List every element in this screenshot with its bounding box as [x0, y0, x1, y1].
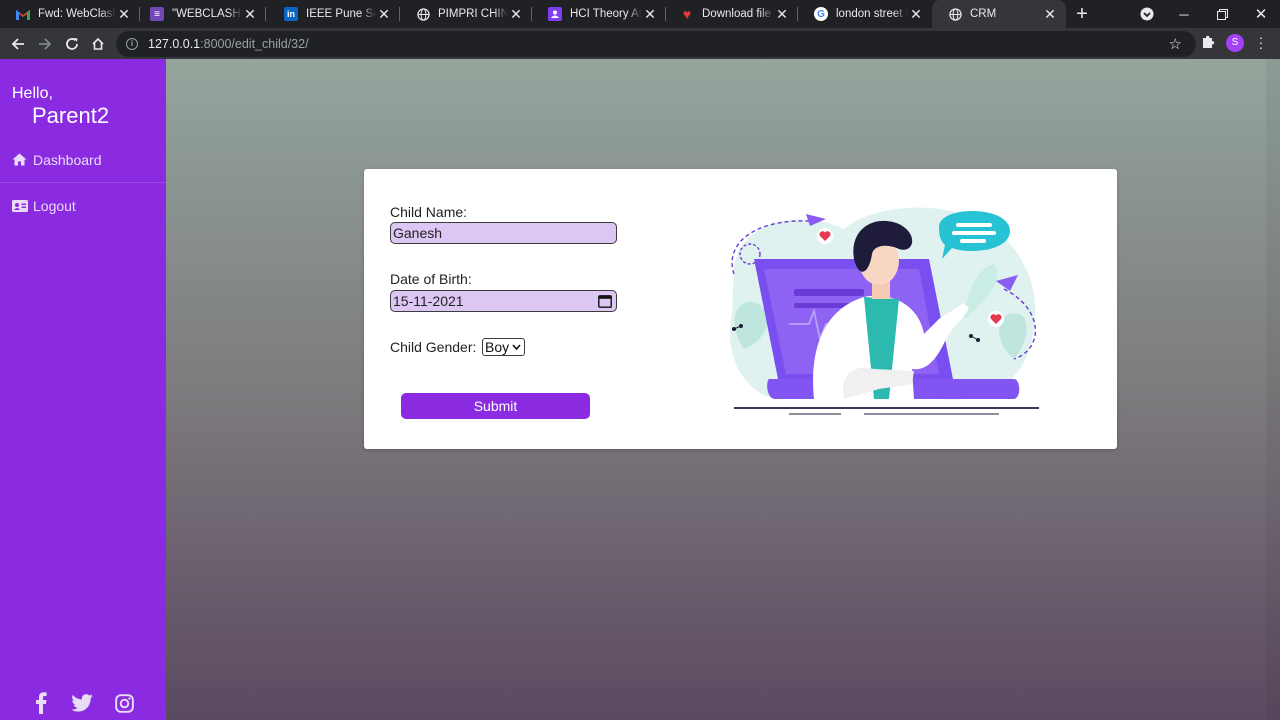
home-icon: [92, 37, 104, 50]
child-gender-label: Child Gender:: [390, 339, 477, 355]
doctor-laptop-illustration: [729, 207, 1039, 415]
date-of-birth-label: Date of Birth:: [390, 271, 472, 287]
date-of-birth-value: 15-11-2021: [393, 293, 464, 309]
reload-button[interactable]: [62, 34, 82, 54]
extensions-puzzle-icon[interactable]: [1200, 34, 1216, 50]
forms-icon: ≡: [150, 7, 164, 21]
browser-tab[interactable]: HCI Theory Assig ✕: [532, 0, 666, 28]
browser-tab-active[interactable]: CRM ✕: [932, 0, 1066, 28]
close-tab-icon[interactable]: ✕: [642, 6, 658, 22]
heart-icon: ♥: [682, 6, 692, 22]
chevron-down-icon: [512, 344, 521, 351]
child-gender-select[interactable]: Boy: [482, 338, 525, 356]
classroom-icon: [548, 7, 562, 21]
browser-tab[interactable]: PIMPRI CHINCHW ✕: [400, 0, 532, 28]
tab-title: CRM: [970, 8, 997, 20]
browser-tab[interactable]: ≡ "WEBCLASH REGI ✕: [134, 0, 266, 28]
id-card-icon: [12, 199, 28, 213]
back-button[interactable]: [8, 34, 28, 54]
arrow-right-icon: [39, 38, 52, 50]
tab-title: PIMPRI CHINCHW: [438, 8, 508, 20]
url-path: :8000/edit_child/32/: [200, 37, 309, 51]
sidebar-item-logout[interactable]: Logout: [0, 183, 166, 229]
tab-separator: [265, 7, 266, 21]
close-tab-icon[interactable]: ✕: [774, 6, 790, 22]
tab-title: london street vie: [836, 8, 908, 20]
arrow-left-icon: [11, 38, 24, 50]
tab-title: Download file | iL: [702, 8, 774, 20]
username: Parent2: [32, 103, 110, 128]
sidebar-item-label: Dashboard: [33, 151, 102, 168]
address-bar[interactable]: i 127.0.0.1 :8000/edit_child/32/ ☆: [116, 31, 1196, 57]
close-window-button[interactable]: ✕: [1242, 0, 1280, 28]
reload-icon: [66, 38, 78, 50]
greeting: Hello,: [12, 85, 53, 102]
scrollbar[interactable]: [1266, 59, 1280, 720]
page-background: Hello, Parent2 Dashboard Logout Child Na…: [0, 59, 1280, 720]
browser-tab[interactable]: in IEEE Pune Section ✕: [268, 0, 400, 28]
browser-tab[interactable]: G london street vie ✕: [798, 0, 932, 28]
close-tab-icon[interactable]: ✕: [242, 6, 258, 22]
browser-tab-strip: Fwd: WebClash: F ✕ ≡ "WEBCLASH REGI ✕ in…: [0, 0, 1280, 28]
info-icon[interactable]: i: [126, 38, 138, 50]
edit-child-form-card: Child Name: Ganesh Date of Birth: 15-11-…: [364, 169, 1117, 449]
tab-title: HCI Theory Assig: [570, 8, 642, 20]
new-tab-button[interactable]: +: [1072, 4, 1092, 24]
google-icon: G: [814, 7, 828, 21]
tab-title: IEEE Pune Section: [306, 8, 376, 20]
profile-avatar[interactable]: S: [1226, 34, 1244, 52]
bookmark-star-icon[interactable]: ☆: [1169, 35, 1182, 53]
tab-title: "WEBCLASH REGI: [172, 8, 242, 20]
url-host: 127.0.0.1: [148, 37, 201, 51]
chevron-down-icon: [1140, 7, 1154, 21]
close-tab-icon[interactable]: ✕: [376, 6, 392, 22]
child-name-input[interactable]: Ganesh: [390, 222, 617, 244]
sidebar-item-label: Logout: [33, 198, 76, 214]
globe-icon: [416, 7, 430, 21]
browser-tab[interactable]: Fwd: WebClash: F ✕: [0, 0, 140, 28]
gender-selected-value: Boy: [485, 339, 510, 355]
calendar-icon[interactable]: [598, 294, 612, 308]
child-name-value: Ganesh: [393, 225, 443, 241]
home-button[interactable]: [88, 34, 108, 54]
close-tab-icon[interactable]: ✕: [1042, 6, 1058, 22]
browser-tab[interactable]: ♥ Download file | iL ✕: [664, 0, 798, 28]
date-of-birth-input[interactable]: 15-11-2021: [390, 290, 617, 312]
twitter-icon[interactable]: [71, 692, 93, 714]
restore-icon: [1216, 8, 1228, 20]
linkedin-icon: in: [284, 7, 298, 21]
menu-dots-icon[interactable]: · · ·: [1256, 30, 1266, 54]
gmail-icon: [16, 7, 30, 21]
tab-title: Fwd: WebClash: F: [38, 8, 116, 20]
sidebar-item-dashboard[interactable]: Dashboard: [0, 137, 166, 183]
instagram-icon[interactable]: [113, 692, 135, 714]
child-name-label: Child Name:: [390, 204, 468, 220]
globe-icon: [948, 7, 962, 21]
facebook-icon[interactable]: [30, 692, 52, 714]
maximize-button[interactable]: [1203, 0, 1241, 28]
close-tab-icon[interactable]: ✕: [908, 6, 924, 22]
minimize-button[interactable]: ─: [1165, 0, 1203, 28]
browser-toolbar: i 127.0.0.1 :8000/edit_child/32/ ☆: [0, 28, 1280, 59]
sidebar: Hello, Parent2 Dashboard Logout: [0, 59, 166, 720]
home-icon: [12, 153, 28, 167]
submit-button[interactable]: Submit: [401, 393, 590, 419]
close-tab-icon[interactable]: ✕: [116, 6, 132, 22]
tab-search-button[interactable]: [1128, 0, 1166, 28]
close-tab-icon[interactable]: ✕: [508, 6, 524, 22]
forward-button[interactable]: [35, 34, 55, 54]
